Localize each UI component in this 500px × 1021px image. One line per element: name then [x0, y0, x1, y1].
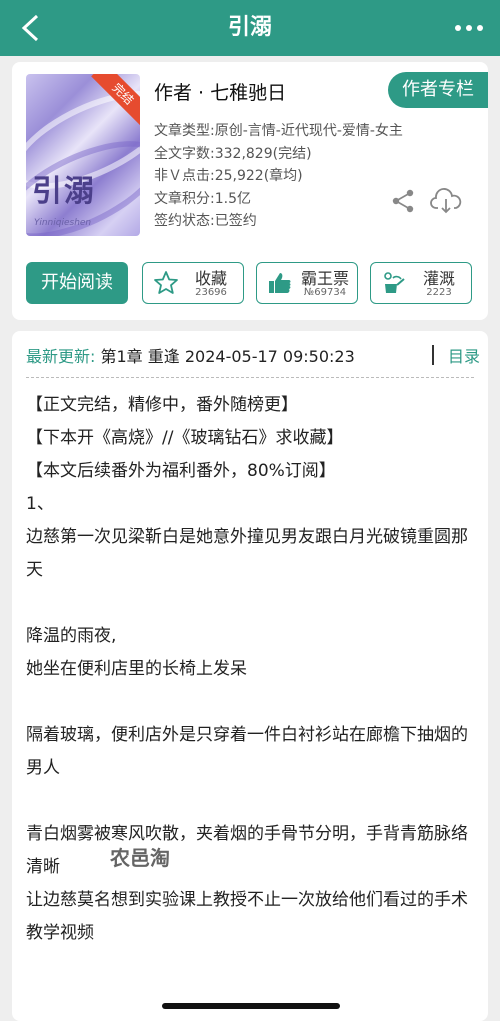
meta-clicks: 非Ｖ点击:25,922(章均): [154, 168, 303, 184]
author-column-button[interactable]: 作者专栏: [388, 72, 488, 108]
synopsis-line: 隔着玻璃，便利店外是只穿着一件白衬衫站在廊檐下抽烟的男人: [26, 725, 468, 778]
intro-card: 最新更新: 第1章 重逢 2024-05-17 09:50:23 目录 【正文完…: [12, 331, 488, 1021]
overlord-ticket-count: №69734: [303, 287, 347, 298]
synopsis-text: 【正文完结，精修中，番外随榜更】 【下本开《高烧》//《玻璃钻石》求收藏】 【本…: [26, 389, 478, 950]
latest-update-label: 最新更新:: [26, 347, 96, 366]
synopsis-line: 边慈第一次见梁靳白是她意外撞见男友跟白月光破镜重圆那天: [26, 527, 468, 580]
more-dots-icon: [455, 25, 483, 31]
home-indicator[interactable]: [162, 1003, 340, 1009]
favorite-label: 收藏: [194, 269, 227, 288]
cover-subtitle: Yinniqieshen: [34, 218, 92, 228]
share-icon[interactable]: [390, 188, 416, 214]
latest-update-text: 第1章 重逢 2024-05-17 09:50:23: [95, 347, 355, 366]
meta-genre: 文章类型:原创-言情-近代现代-爱情-女主: [154, 123, 403, 139]
irrigate-label: 灌溉: [422, 269, 455, 288]
overlord-ticket-label: 霸王票: [300, 269, 349, 288]
irrigate-button[interactable]: 灌溉 2223: [370, 262, 472, 304]
divider: [432, 345, 434, 365]
author-name[interactable]: 作者 · 七稚驰日: [154, 78, 286, 105]
synopsis-line: 她坐在便利店里的长椅上发呆: [26, 659, 247, 679]
book-meta: 文章类型:原创-言情-近代现代-爱情-女主 全文字数:332,829(完结) 非…: [154, 120, 403, 233]
top-bar: 引溺: [0, 0, 500, 56]
latest-update[interactable]: 最新更新: 第1章 重逢 2024-05-17 09:50:23: [26, 343, 355, 367]
watering-can-icon: [384, 272, 405, 293]
synopsis-line: 【正文完结，精修中，番外随榜更】: [26, 395, 298, 415]
meta-word-count: 全文字数:332,829(完结): [154, 145, 312, 162]
synopsis-line: 【下本开《高烧》//《玻璃钻石》求收藏】: [26, 428, 344, 448]
book-info-card: 引溺 Yinniqieshen 完结 作者 · 七稚驰日 作者专栏 文章类型:原…: [12, 62, 488, 320]
synopsis-line: 让边慈莫名想到实验课上教授不止一次放给他们看过的手术教学视频: [26, 890, 468, 943]
dashed-divider: [26, 377, 474, 378]
watermark: 农邑淘: [110, 846, 170, 870]
synopsis-line: [26, 686, 478, 719]
meta-sign-status: 签约状态:已签约: [154, 213, 257, 229]
overlord-ticket-button[interactable]: 霸王票 №69734: [256, 262, 358, 304]
irrigate-count: 2223: [426, 287, 452, 298]
favorite-button[interactable]: 收藏 23696: [142, 262, 244, 304]
star-icon: [154, 271, 178, 294]
book-cover[interactable]: 引溺 Yinniqieshen 完结: [26, 74, 140, 236]
more-button[interactable]: [452, 14, 486, 42]
synopsis-line: 青白烟雾被寒风吹散，夹着烟的手骨节分明，手背青筋脉络清晰: [26, 824, 468, 877]
start-reading-button[interactable]: 开始阅读: [26, 262, 128, 304]
synopsis-line: [26, 587, 478, 620]
meta-score: 文章积分:1.5亿: [154, 190, 251, 207]
synopsis-line: 【本文后续番外为福利番外，80%订阅】: [26, 461, 336, 481]
synopsis-line: 1、: [26, 494, 54, 514]
synopsis-line: [26, 785, 478, 818]
page-title: 引溺: [227, 15, 272, 40]
favorite-count: 23696: [195, 287, 227, 298]
cloud-download-icon[interactable]: [430, 188, 462, 214]
synopsis-line: 降温的雨夜,: [26, 626, 117, 646]
thumbs-up-icon: [269, 273, 291, 293]
cover-title: 引溺: [32, 174, 96, 209]
action-row: 开始阅读 收藏 23696 霸王票 №69734 灌溉 2223: [26, 262, 478, 306]
table-of-contents-link[interactable]: 目录: [448, 343, 480, 367]
